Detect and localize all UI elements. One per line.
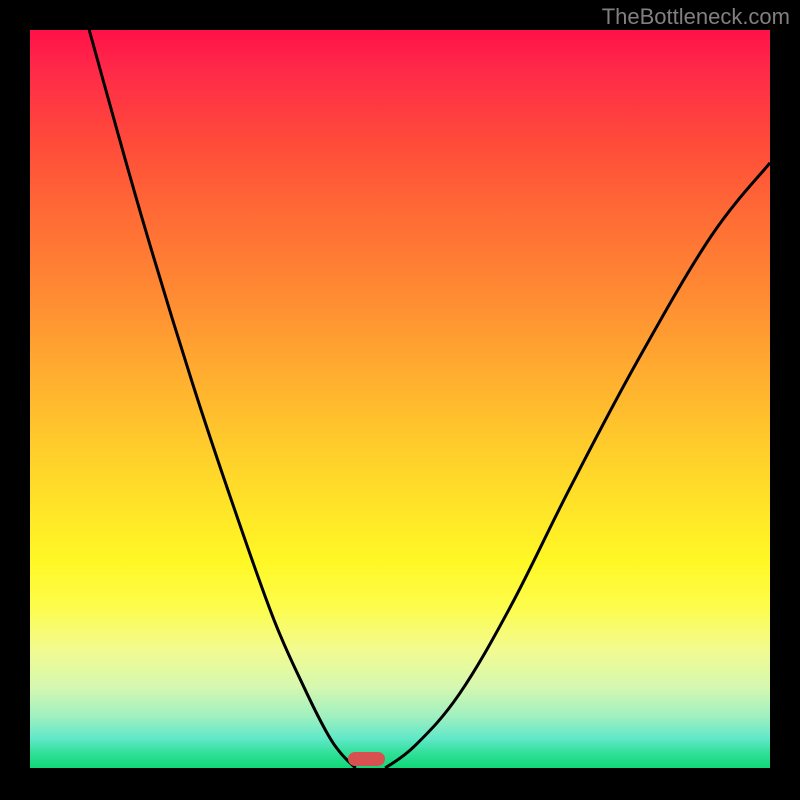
- watermark-text: TheBottleneck.com: [602, 4, 790, 30]
- left-curve: [89, 30, 355, 768]
- valley-marker: [348, 752, 385, 766]
- right-curve: [385, 163, 770, 768]
- curve-overlay: [30, 30, 770, 768]
- chart-container: [0, 0, 800, 800]
